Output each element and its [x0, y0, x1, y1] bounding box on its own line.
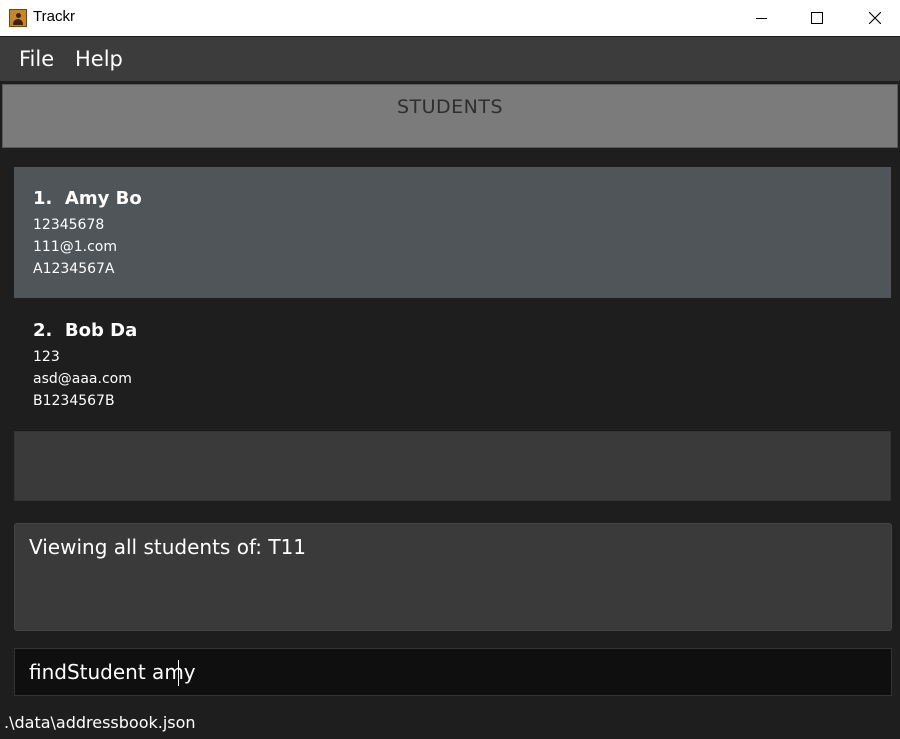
result-text: Viewing all students of: T11	[29, 535, 307, 559]
student-name: 1. Amy Bo	[33, 188, 142, 209]
data-file-path: .\data\addressbook.json	[4, 713, 196, 732]
menu-file[interactable]: File	[19, 47, 54, 71]
student-name-text: Bob Da	[64, 320, 138, 341]
window-title: Trackr	[33, 8, 75, 25]
student-index: 1.	[33, 188, 53, 209]
empty-panel	[14, 431, 891, 501]
student-card[interactable]: 1. Amy Bo 12345678 111@1.com A1234567A	[14, 167, 891, 298]
text-caret	[178, 660, 179, 686]
student-name-text: Amy Bo	[64, 188, 142, 209]
student-name: 2. Bob Da	[33, 320, 137, 341]
close-button[interactable]	[852, 0, 898, 36]
student-phone: 12345678	[33, 217, 105, 233]
title-bar: Trackr	[0, 0, 900, 36]
student-card[interactable]: 2. Bob Da 123 asd@aaa.com B1234567B	[14, 299, 891, 430]
app-icon	[9, 9, 27, 27]
command-input[interactable]	[29, 659, 869, 685]
maximize-icon	[811, 12, 823, 24]
student-id: A1234567A	[33, 261, 115, 277]
status-bar: .\data\addressbook.json	[0, 708, 900, 739]
students-header-title: STUDENTS	[396, 96, 504, 118]
menu-help[interactable]: Help	[75, 47, 123, 71]
student-email: asd@aaa.com	[33, 371, 132, 387]
students-header: STUDENTS	[2, 84, 898, 148]
student-phone: 123	[33, 349, 60, 365]
menu-bar: File Help	[0, 37, 900, 81]
result-display: Viewing all students of: T11	[14, 523, 892, 631]
student-index: 2.	[33, 320, 53, 341]
maximize-button[interactable]	[794, 0, 840, 36]
command-box[interactable]	[14, 648, 892, 696]
student-id: B1234567B	[33, 393, 115, 409]
minimize-button[interactable]	[738, 0, 784, 36]
close-icon	[869, 12, 881, 24]
minimize-icon	[755, 17, 767, 19]
student-email: 111@1.com	[33, 239, 117, 255]
